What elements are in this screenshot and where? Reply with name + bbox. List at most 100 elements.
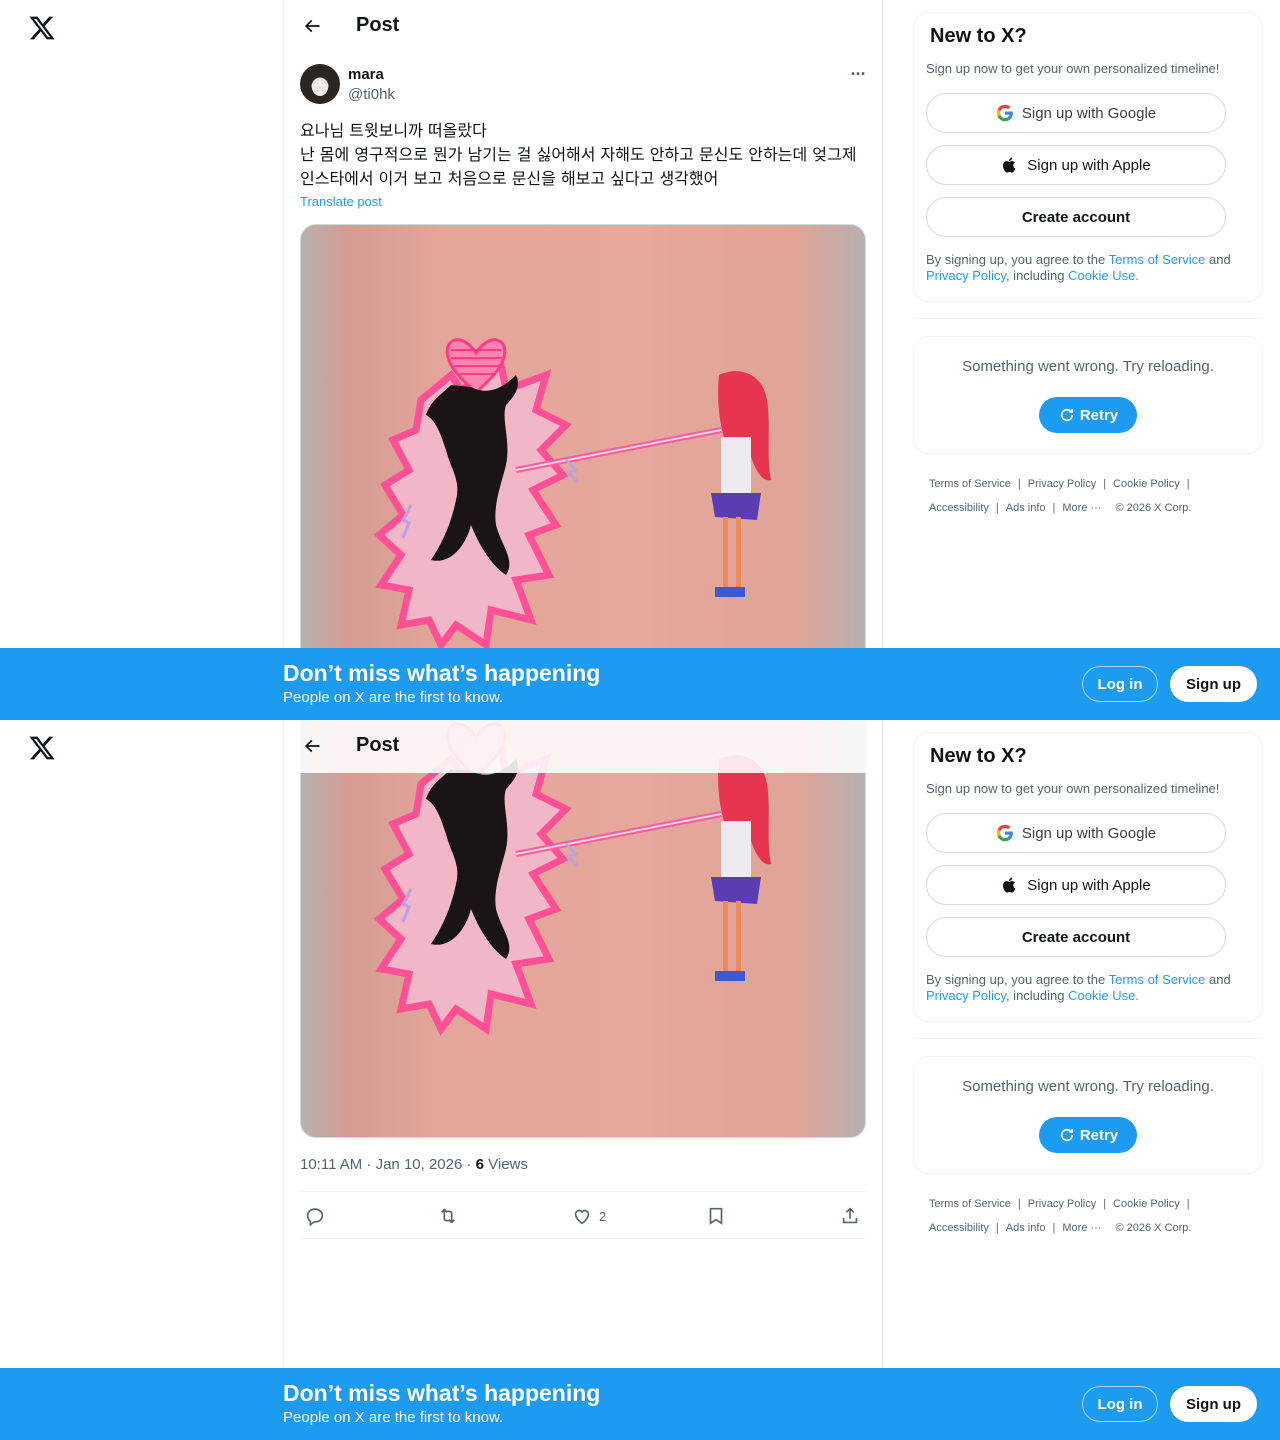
x-logo-icon[interactable] <box>28 734 56 762</box>
header-bar: Post <box>284 720 882 773</box>
reply-icon <box>306 1208 324 1227</box>
retry-label: Retry <box>1079 1126 1119 1144</box>
screen-scrolled: Post 10:11 AM · Jan 10, 2026 · 6 Views 2 <box>0 720 1280 1440</box>
legal-and: and <box>1205 972 1231 987</box>
apple-icon <box>1003 157 1016 173</box>
legal-and: and <box>1205 252 1231 267</box>
google-icon <box>996 104 1013 122</box>
banner-title: Don’t miss what’s happening <box>283 660 601 686</box>
error-card: Something went wrong. Try reloading. Ret… <box>913 336 1263 454</box>
footer-links: Terms of Service | Privacy Policy | Cookie P… <box>929 478 1192 514</box>
bookmark-button[interactable] <box>705 1204 727 1228</box>
cookie-link[interactable]: Cookie Use. <box>1068 268 1139 283</box>
action-bar: 2 <box>300 1191 866 1239</box>
footer-accessibility[interactable]: Accessibility <box>929 1222 989 1234</box>
avatar[interactable] <box>300 64 340 104</box>
post-image[interactable] <box>300 720 866 1138</box>
signup-google-label: Sign up with Google <box>1021 104 1157 122</box>
footer-more[interactable]: More ··· <box>1062 502 1101 514</box>
footer-ads[interactable]: Ads info <box>1006 502 1046 514</box>
footer-copyright: © 2026 X Corp. <box>1115 1222 1192 1234</box>
login-button[interactable]: Log in <box>1082 1386 1158 1422</box>
page-title: Post <box>356 14 400 36</box>
footer-accessibility[interactable]: Accessibility <box>929 502 989 514</box>
signup-card: New to X? Sign up now to get your own pe… <box>913 732 1263 1022</box>
error-message: Something went wrong. Try reloading. <box>962 1078 1214 1095</box>
repost-button[interactable] <box>437 1204 459 1228</box>
signup-card-title: New to X? <box>930 25 1027 47</box>
translate-post-link[interactable]: Translate post <box>300 194 382 209</box>
banner-subtitle: People on X are the first to know. <box>283 689 504 706</box>
post-meta: 10:11 AM · Jan 10, 2026 · 6 Views <box>300 1156 528 1173</box>
back-arrow-icon <box>304 19 320 33</box>
primary-column: Post 10:11 AM · Jan 10, 2026 · 6 Views 2 <box>283 720 883 1440</box>
like-count: 2 <box>599 1208 607 1224</box>
retry-button[interactable]: Retry <box>1039 397 1137 433</box>
footer-terms[interactable]: Terms of Service <box>929 478 1011 490</box>
divider <box>913 1038 1263 1039</box>
post-image[interactable] <box>300 224 866 720</box>
views-count: 6 <box>475 1156 485 1173</box>
divider <box>913 318 1263 319</box>
create-account-button[interactable]: Create account <box>926 917 1226 957</box>
footer-links: Terms of Service | Privacy Policy | Cookie P… <box>929 1198 1192 1234</box>
signup-banner: Don’t miss what’s happening People on X … <box>0 1368 1280 1440</box>
retry-button[interactable]: Retry <box>1039 1117 1137 1153</box>
cookie-link[interactable]: Cookie Use. <box>1068 988 1139 1003</box>
create-account-button[interactable]: Create account <box>926 197 1226 237</box>
retry-label: Retry <box>1079 406 1119 424</box>
signup-apple-button[interactable]: Sign up with Apple <box>926 145 1226 185</box>
share-button[interactable] <box>839 1204 861 1228</box>
signup-card: New to X? Sign up now to get your own pe… <box>913 12 1263 302</box>
back-button[interactable] <box>298 12 326 40</box>
post-text: 요나님 트윗보니까 떠올랐다 난 몸에 영구적으로 뭔가 남기는 걸 싫어해서 … <box>300 121 857 188</box>
retry-icon <box>1060 1128 1073 1142</box>
signup-apple-label: Sign up with Apple <box>1027 876 1151 894</box>
share-icon <box>842 1207 858 1224</box>
footer-ads[interactable]: Ads info <box>1006 1222 1046 1234</box>
terms-link[interactable]: Terms of Service <box>1109 252 1206 267</box>
tattoo-image <box>373 338 771 652</box>
like-button[interactable]: 2 <box>571 1204 606 1228</box>
footer-cookie[interactable]: Cookie Policy <box>1113 478 1180 490</box>
retry-icon <box>1060 408 1073 422</box>
more-icon[interactable]: ··· <box>846 64 870 88</box>
legal-prefix: By signing up, you agree to the <box>926 252 1109 267</box>
banner-title: Don’t miss what’s happening <box>283 1380 601 1406</box>
like-icon <box>574 1209 590 1225</box>
legal-including: , including <box>1005 988 1069 1003</box>
author-name[interactable]: mara <box>348 66 384 83</box>
legal-including: , including <box>1005 268 1069 283</box>
footer-privacy[interactable]: Privacy Policy <box>1028 478 1096 490</box>
privacy-link[interactable]: Privacy Policy <box>926 268 1006 283</box>
signup-apple-label: Sign up with Apple <box>1027 156 1151 174</box>
signup-card-subtitle: Sign up now to get your own personalized… <box>926 781 1220 796</box>
signup-google-button[interactable]: Sign up with Google <box>926 93 1226 133</box>
footer-cookie[interactable]: Cookie Policy <box>1113 1198 1180 1210</box>
footer-privacy[interactable]: Privacy Policy <box>1028 1198 1096 1210</box>
signup-apple-button[interactable]: Sign up with Apple <box>926 865 1226 905</box>
back-button[interactable] <box>298 732 326 760</box>
author-handle[interactable]: @ti0hk <box>348 86 395 103</box>
footer-more[interactable]: More ··· <box>1062 1222 1101 1234</box>
post-author: mara @ti0hk ··· <box>300 64 870 108</box>
footer-terms[interactable]: Terms of Service <box>929 1198 1011 1210</box>
page-title: Post <box>356 734 400 756</box>
signup-button[interactable]: Sign up <box>1170 1386 1257 1422</box>
back-arrow-icon <box>304 739 320 753</box>
x-logo-icon[interactable] <box>28 14 56 42</box>
post-timestamp[interactable]: 10:11 AM · Jan 10, 2026 · <box>300 1156 476 1173</box>
login-button[interactable]: Log in <box>1082 666 1158 702</box>
bookmark-icon <box>709 1207 723 1225</box>
privacy-link[interactable]: Privacy Policy <box>926 988 1006 1003</box>
terms-link[interactable]: Terms of Service <box>1109 972 1206 987</box>
signup-google-button[interactable]: Sign up with Google <box>926 813 1226 853</box>
views-label: Views <box>484 1156 528 1173</box>
legal-prefix: By signing up, you agree to the <box>926 972 1109 987</box>
reply-button[interactable] <box>304 1204 326 1228</box>
tattoo-image <box>373 722 771 1036</box>
signup-card-title: New to X? <box>930 745 1027 767</box>
signup-button[interactable]: Sign up <box>1170 666 1257 702</box>
banner-subtitle: People on X are the first to know. <box>283 1409 504 1426</box>
legal-text: By signing up, you agree to the Terms of… <box>926 252 1256 284</box>
